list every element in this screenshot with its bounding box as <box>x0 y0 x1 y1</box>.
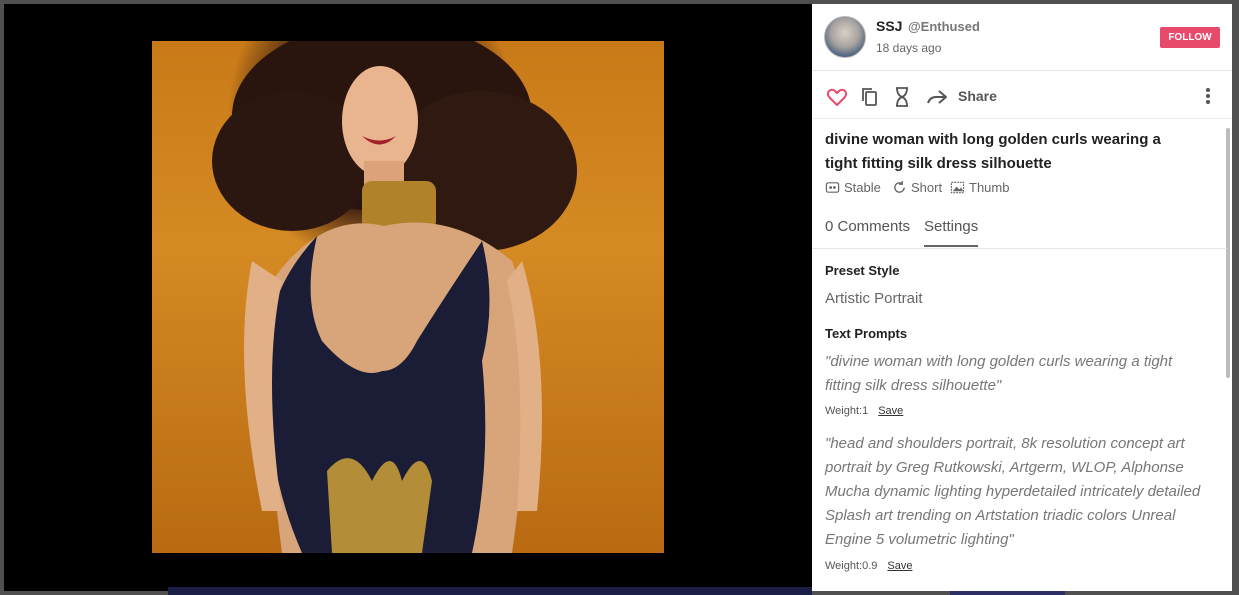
active-tab-indicator <box>924 245 978 247</box>
tag-short: Short <box>892 180 942 195</box>
share-arrow-icon[interactable] <box>925 85 949 109</box>
app-frame: SSJ @Enthused 18 days ago FOLLOW Share d… <box>0 0 1239 595</box>
more-vertical-icon[interactable] <box>1204 86 1212 106</box>
tab-comments[interactable]: 0 Comments <box>825 218 910 235</box>
action-bar: Share <box>812 74 1232 119</box>
user-handle[interactable]: @Enthused <box>908 19 980 34</box>
copy-icon[interactable] <box>858 85 882 109</box>
prompt-weight-row: Weight:0.9 Save <box>825 560 912 572</box>
image-viewer <box>4 4 812 591</box>
hourglass-icon[interactable] <box>890 85 914 109</box>
stable-icon <box>825 182 840 193</box>
prompt-weight: Weight:1 <box>825 405 869 417</box>
preset-style-value: Artistic Portrait <box>825 290 923 307</box>
generated-artwork-image[interactable] <box>152 41 664 553</box>
follow-button[interactable]: FOLLOW <box>1160 27 1220 48</box>
share-button[interactable]: Share <box>958 88 997 104</box>
prompt-weight: Weight:0.9 <box>825 560 878 572</box>
tag-label: Short <box>911 180 943 195</box>
panel-scrollbar[interactable] <box>1226 128 1230 378</box>
username[interactable]: SSJ <box>876 18 902 34</box>
creator-header: SSJ @Enthused 18 days ago FOLLOW <box>812 4 1232 71</box>
prompt-text: "head and shoulders portrait, 8k resolut… <box>825 435 1201 548</box>
prompt-text: "divine woman with long golden curls wea… <box>825 353 1173 394</box>
tab-bar: 0 Comments Settings <box>812 212 1227 249</box>
tag-thumb: Thumb <box>950 180 1009 195</box>
tag-label: Stable <box>844 180 881 195</box>
tab-settings[interactable]: Settings <box>924 218 978 235</box>
save-prompt-button[interactable]: Save <box>878 405 903 417</box>
details-panel: SSJ @Enthused 18 days ago FOLLOW Share d… <box>812 4 1232 591</box>
refresh-icon <box>894 180 905 193</box>
tag-label: Thumb <box>969 180 1010 195</box>
thumb-image-icon <box>950 181 965 194</box>
heart-icon[interactable] <box>825 85 849 109</box>
prompt-weight-row: Weight:1 Save <box>825 405 903 417</box>
preset-style-heading: Preset Style <box>825 263 900 278</box>
posted-time: 18 days ago <box>876 41 942 55</box>
avatar[interactable] <box>824 16 866 58</box>
creation-title: divine woman with long golden curls wear… <box>825 131 1161 172</box>
save-prompt-button[interactable]: Save <box>887 560 912 572</box>
cookie-banner <box>168 587 812 595</box>
tag-stable: Stable <box>825 180 881 195</box>
text-prompts-heading: Text Prompts <box>825 326 908 341</box>
